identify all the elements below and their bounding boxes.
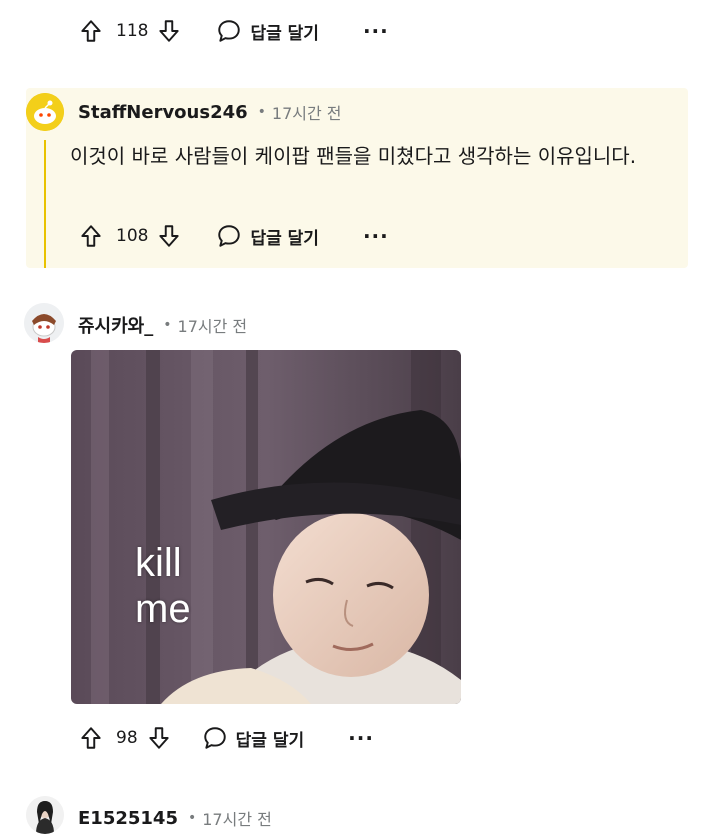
comment-actions: 98 답글 달기 ···: [78, 723, 374, 753]
vote-count: 108: [116, 226, 149, 246]
avatar[interactable]: [26, 93, 64, 131]
upvote-icon[interactable]: [78, 223, 104, 249]
downvote-icon[interactable]: [156, 18, 182, 44]
reply-label: 답글 달기: [250, 228, 319, 249]
avatar-icon: [24, 303, 64, 343]
timestamp: 17시간 전: [177, 317, 248, 336]
thread-line: [44, 140, 46, 268]
reply-button[interactable]: 답글 달기: [202, 725, 304, 751]
comment-bubble-icon: [216, 223, 242, 249]
comment-actions: 108 답글 달기 ···: [78, 221, 389, 251]
separator-dot: •: [163, 317, 172, 333]
more-icon[interactable]: ···: [363, 19, 389, 43]
avatar-icon: [26, 796, 64, 834]
username[interactable]: StaffNervous246: [78, 102, 248, 123]
avatar-icon: [26, 93, 64, 131]
comment-bubble-icon: [202, 725, 228, 751]
downvote-icon[interactable]: [146, 725, 172, 751]
upvote-icon[interactable]: [78, 725, 104, 751]
comment-image[interactable]: kill me: [71, 350, 461, 704]
username[interactable]: 쥬시카와_: [78, 312, 153, 338]
reply-label: 답글 달기: [250, 23, 319, 44]
upvote-icon[interactable]: [78, 18, 104, 44]
separator-dot: •: [187, 810, 197, 826]
vote-count: 118: [116, 21, 149, 41]
reply-button[interactable]: 답글 달기: [216, 223, 319, 249]
timestamp: 17시간 전: [271, 104, 342, 123]
comment-text: 이것이 바로 사람들이 케이팝 팬들을 미쳤다고 생각하는 이유입니다.: [70, 144, 637, 168]
image-caption: kill me: [135, 541, 191, 631]
more-icon[interactable]: ···: [363, 224, 389, 248]
vote-count: 98: [116, 728, 138, 748]
avatar[interactable]: [24, 303, 64, 343]
timestamp: 17시간 전: [202, 810, 272, 829]
separator-dot: •: [257, 104, 266, 120]
reply-button[interactable]: 답글 달기: [216, 18, 319, 44]
comment-actions: 118 답글 달기 ···: [78, 16, 389, 46]
reply-label: 답글 달기: [235, 730, 305, 751]
username[interactable]: E1525145: [78, 808, 178, 829]
comment-bubble-icon: [216, 18, 242, 44]
downvote-icon[interactable]: [156, 223, 182, 249]
more-icon[interactable]: ···: [348, 726, 374, 750]
avatar[interactable]: [26, 796, 64, 834]
photo: [71, 350, 461, 704]
